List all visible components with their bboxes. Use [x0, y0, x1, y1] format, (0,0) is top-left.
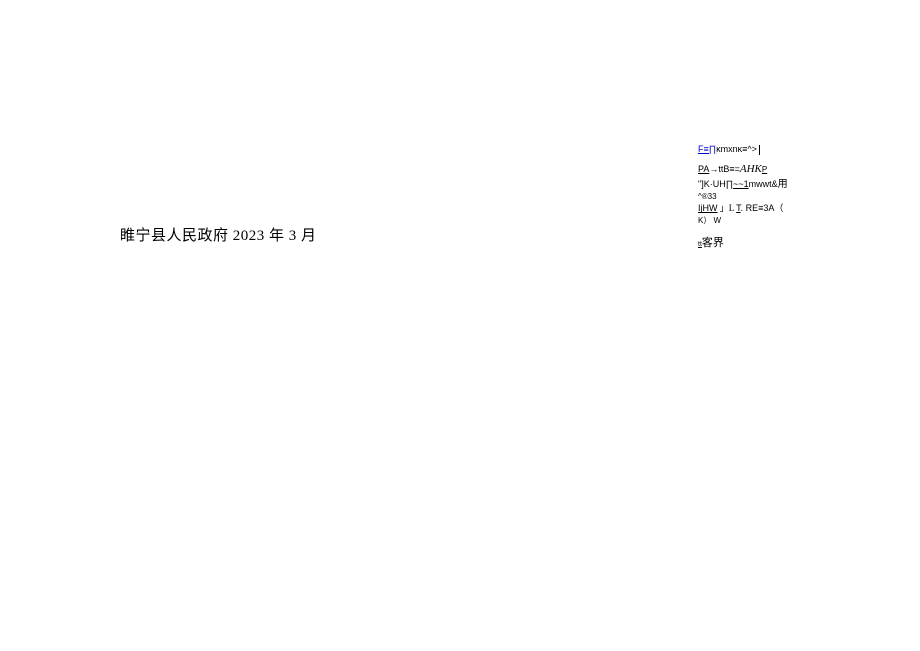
side-line3-cjk: 用	[778, 179, 788, 190]
side-line7-cjk: 客界	[702, 237, 724, 249]
side-marginal-text: F≡∏ĸmxnĸ≡^> PA→ttB≡=AHKP "]K·UH∏~~1mwwt&…	[698, 144, 788, 251]
side-line2-p: P	[762, 165, 767, 174]
cursor-mark	[759, 145, 760, 155]
side-line-1: F≡∏ĸmxnĸ≡^>	[698, 144, 788, 156]
side-line1-rest: ĸmxnĸ≡^>	[716, 144, 757, 154]
side-line-4: ^®33	[698, 192, 788, 202]
side-line2-pa: PA	[698, 164, 709, 174]
side-line2-ahk: AHK	[740, 163, 762, 175]
side-line5-rest: . RE≡3A（	[741, 203, 784, 213]
side-line5-mid: 」L	[718, 203, 737, 213]
side-line3-b: mwwt&	[749, 179, 778, 189]
side-line-5: IjHW 」L T. RE≡3A（	[698, 203, 788, 215]
side-line3-underline: ∏~~1	[726, 179, 749, 189]
side-line-7: tt客界	[698, 236, 788, 250]
side-line5-ij: IjHW	[698, 203, 718, 213]
side-line-6: K） W	[698, 216, 788, 226]
side-line-2: PA→ttB≡=AHKP	[698, 162, 788, 176]
side-line-3: "]K·UH∏~~1mwwt&用	[698, 178, 788, 191]
document-main-text: 睢宁县人民政府 2023 年 3 月	[120, 224, 317, 245]
side-line1-underline: F≡∏	[698, 144, 716, 154]
side-line2-mid: →ttB≡=	[709, 164, 740, 174]
side-line3-a: "]K·UH	[698, 179, 726, 189]
